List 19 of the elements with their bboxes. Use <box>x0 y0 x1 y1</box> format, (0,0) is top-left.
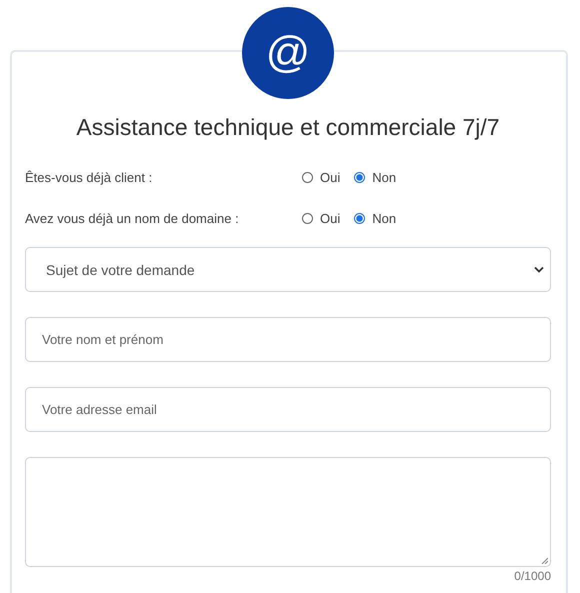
character-counter: 0/1000 <box>513 569 551 583</box>
subject-select[interactable]: Sujet de votre demande <box>25 247 551 292</box>
question-label: Avez vous déjà un nom de domaine : <box>25 210 240 226</box>
question-label: Êtes-vous déjà client : <box>25 170 154 184</box>
radio-button[interactable] <box>302 172 313 182</box>
radio-button[interactable] <box>354 172 366 182</box>
text-field[interactable]: Votre nom et prénom <box>25 317 551 362</box>
chevron-down-icon <box>534 266 544 273</box>
radio-option[interactable]: Non <box>354 170 396 184</box>
radio-button[interactable] <box>354 212 366 224</box>
form-title: Assistance technique et commerciale 7j/7 <box>75 114 501 141</box>
at-sign-badge: @ <box>242 7 334 99</box>
resize-handle-icon[interactable] <box>541 557 548 564</box>
text-field[interactable]: Votre adresse email <box>25 387 551 432</box>
radio-option[interactable]: Oui <box>302 170 340 184</box>
radio-button[interactable] <box>302 212 313 224</box>
radio-option[interactable]: Oui <box>302 210 340 226</box>
radio-option[interactable]: Non <box>354 210 396 226</box>
message-field[interactable] <box>25 457 551 567</box>
